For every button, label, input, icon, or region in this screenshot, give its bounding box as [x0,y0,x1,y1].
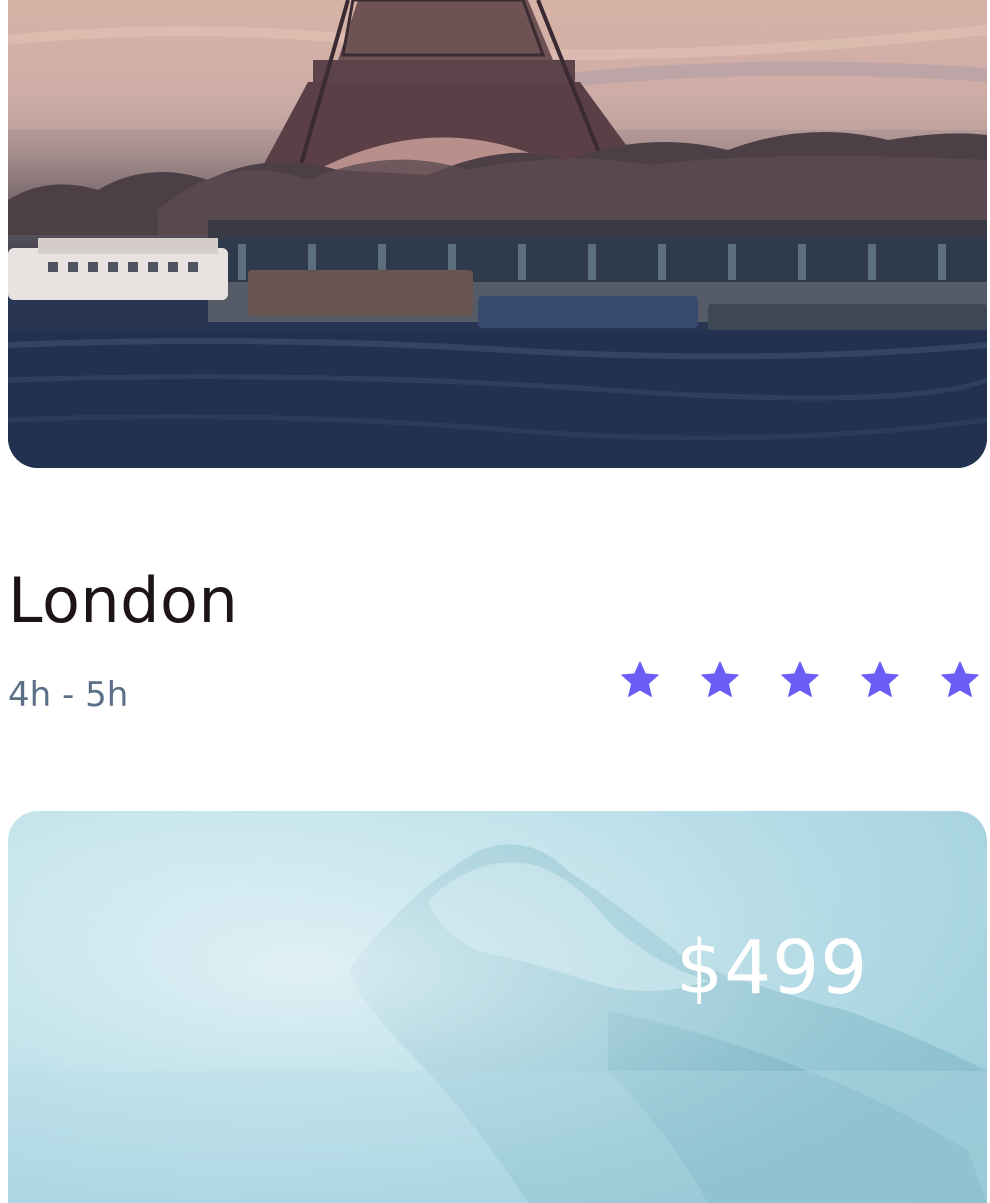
destination-photo-eiffel-tower[interactable] [8,0,987,468]
star-icon [700,660,740,698]
flight-duration: 4h - 5h [8,675,129,715]
eiffel-tower-scene [8,0,987,468]
star-icon [780,660,820,698]
star-icon [940,660,980,698]
star-rating [618,656,982,704]
destination-city-title: London [8,564,239,637]
star-icon [620,660,660,698]
destination-list: London 4h - 5h $499 [0,0,990,1203]
destination-photo-snowy-mountain[interactable]: $499 [8,811,987,1203]
price-label: $499 [676,925,869,1011]
star-icon [860,660,900,698]
